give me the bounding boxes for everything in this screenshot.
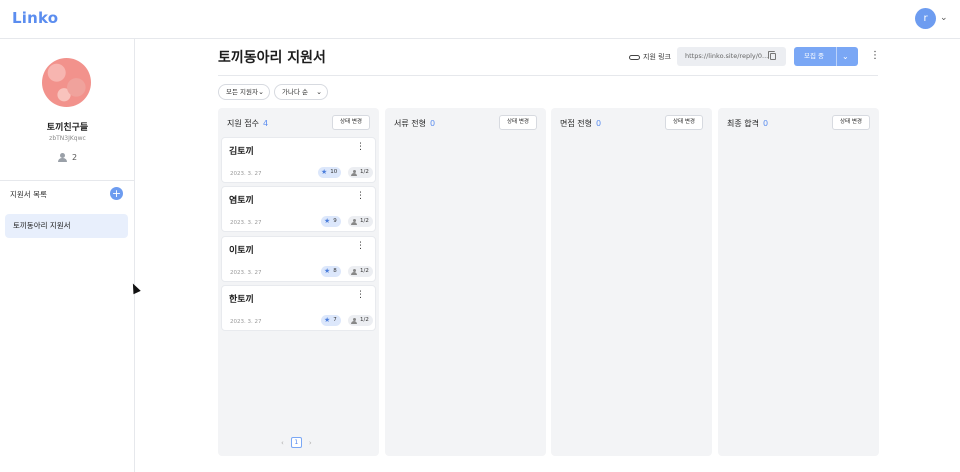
top-bar: Linko r ⌄ — [0, 0, 960, 39]
star-score: ★ 7 — [321, 315, 341, 326]
applicant-name: 염토끼 — [229, 196, 254, 206]
star-score: ★ 10 — [318, 167, 342, 178]
change-status-button[interactable]: 상태 변경 — [832, 115, 870, 130]
chevron-down-icon[interactable]: ⌄ — [842, 47, 849, 66]
filter-label: 모든 지원자 — [226, 88, 258, 96]
chevron-down-icon: ⌄ — [316, 88, 322, 96]
column-count: 0 — [429, 119, 436, 128]
star-icon: ★ — [324, 217, 331, 225]
change-status-button[interactable]: 상태 변경 — [665, 115, 703, 130]
column-interview: 면접 전형 0 상태 변경 — [551, 108, 712, 456]
applicant-card[interactable]: 이토끼 ⋮ 2023. 3. 27 ★ 8 1/2 — [221, 236, 376, 282]
more-options-icon[interactable]: ⋮ — [356, 191, 365, 201]
recruit-status-button[interactable]: 모집 중 ⌄ — [794, 47, 858, 66]
copy-icon[interactable] — [768, 51, 776, 60]
person-icon — [351, 218, 357, 225]
applied-date: 2023. 3. 27 — [230, 220, 262, 226]
applicant-card[interactable]: 염토끼 ⋮ 2023. 3. 27 ★ 9 1/2 — [221, 186, 376, 232]
applicant-name: 이토끼 — [229, 246, 254, 256]
applied-date: 2023. 3. 27 — [230, 319, 262, 325]
page-title: 토끼동아리 지원서 — [218, 50, 326, 66]
column-count: 0 — [595, 119, 602, 128]
pagination: ‹ 1 › — [281, 437, 312, 448]
page-number[interactable]: 1 — [290, 437, 302, 448]
column-final-pass: 최종 합격 0 상태 변경 — [718, 108, 879, 456]
member-count-value: 2 — [71, 153, 78, 162]
column-count: 0 — [762, 119, 769, 128]
sort-label: 가나다 순 — [282, 88, 308, 96]
change-status-button[interactable]: 상태 변경 — [499, 115, 537, 130]
applied-date: 2023. 3. 27 — [230, 270, 262, 276]
sidebar-item-application[interactable]: 토끼동아리 지원서 — [5, 214, 128, 238]
prev-page-icon[interactable]: ‹ — [281, 439, 284, 447]
person-icon — [351, 169, 357, 176]
club-profile-image — [42, 58, 91, 107]
applicant-card[interactable]: 김토끼 ⋮ 2023. 3. 27 ★ 10 1/2 — [221, 137, 376, 183]
more-options-icon[interactable]: ⋮ — [356, 241, 365, 251]
club-id: zbTN3JKqwc — [49, 135, 86, 142]
column-count: 4 — [262, 119, 269, 128]
person-icon — [351, 317, 357, 324]
url-text: https://linko.site/reply/0... — [685, 52, 769, 60]
evaluator-progress: 1/2 — [348, 315, 373, 326]
column-title: 최종 합격 0 — [727, 119, 769, 128]
next-page-icon[interactable]: › — [309, 439, 312, 447]
more-options-icon[interactable]: ⋮ — [356, 142, 365, 152]
link-icon — [629, 54, 640, 60]
user-avatar[interactable]: r — [915, 8, 936, 29]
applicant-card[interactable]: 한토끼 ⋮ 2023. 3. 27 ★ 7 1/2 — [221, 285, 376, 331]
star-icon: ★ — [324, 267, 331, 275]
add-application-button[interactable]: + — [110, 187, 123, 200]
column-title: 면접 전형 0 — [560, 119, 602, 128]
link-label: 지원 링크 — [643, 53, 671, 61]
recruit-label: 모집 중 — [804, 52, 825, 60]
applicant-filter-select[interactable]: 모든 지원자 ⌄ — [218, 84, 270, 100]
star-score: ★ 8 — [321, 266, 341, 277]
column-received: 지원 접수 4 상태 변경 김토끼 ⋮ 2023. 3. 27 ★ 10 1/2 염… — [218, 108, 379, 456]
evaluator-progress: 1/2 — [348, 266, 373, 277]
person-icon — [351, 268, 357, 275]
evaluator-progress: 1/2 — [348, 216, 373, 227]
change-status-button[interactable]: 상태 변경 — [332, 115, 370, 130]
applicant-name: 한토끼 — [229, 295, 254, 305]
club-name: 토끼친구들 — [46, 123, 89, 133]
column-title: 지원 접수 4 — [227, 119, 269, 128]
chevron-down-icon[interactable]: ⌄ — [940, 13, 948, 23]
column-title: 서류 전형 0 — [394, 119, 436, 128]
application-list-title: 지원서 목록 — [10, 190, 47, 199]
logo[interactable]: Linko — [12, 9, 58, 27]
evaluator-progress: 1/2 — [348, 167, 373, 178]
column-document-screening: 서류 전형 0 상태 변경 — [385, 108, 546, 456]
divider — [218, 75, 878, 76]
more-options-icon[interactable]: ⋮ — [356, 290, 365, 300]
sidebar: 토끼친구들 zbTN3JKqwc 2 지원서 목록 + 토끼동아리 지원서 — [0, 39, 135, 472]
divider — [0, 180, 135, 181]
copy-link-button[interactable]: 지원 링크 — [629, 52, 671, 62]
star-score: ★ 9 — [321, 216, 341, 227]
applied-date: 2023. 3. 27 — [230, 171, 262, 177]
applicant-name: 김토끼 — [229, 147, 254, 157]
member-count: 2 — [0, 153, 135, 162]
sort-select[interactable]: 가나다 순 ⌄ — [274, 84, 328, 100]
chevron-down-icon: ⌄ — [258, 88, 264, 96]
person-icon — [57, 153, 67, 162]
url-field[interactable]: https://linko.site/reply/0... — [677, 47, 786, 66]
more-options-icon[interactable]: ⋮ — [870, 50, 880, 62]
star-icon: ★ — [324, 316, 331, 324]
star-icon: ★ — [321, 168, 328, 176]
